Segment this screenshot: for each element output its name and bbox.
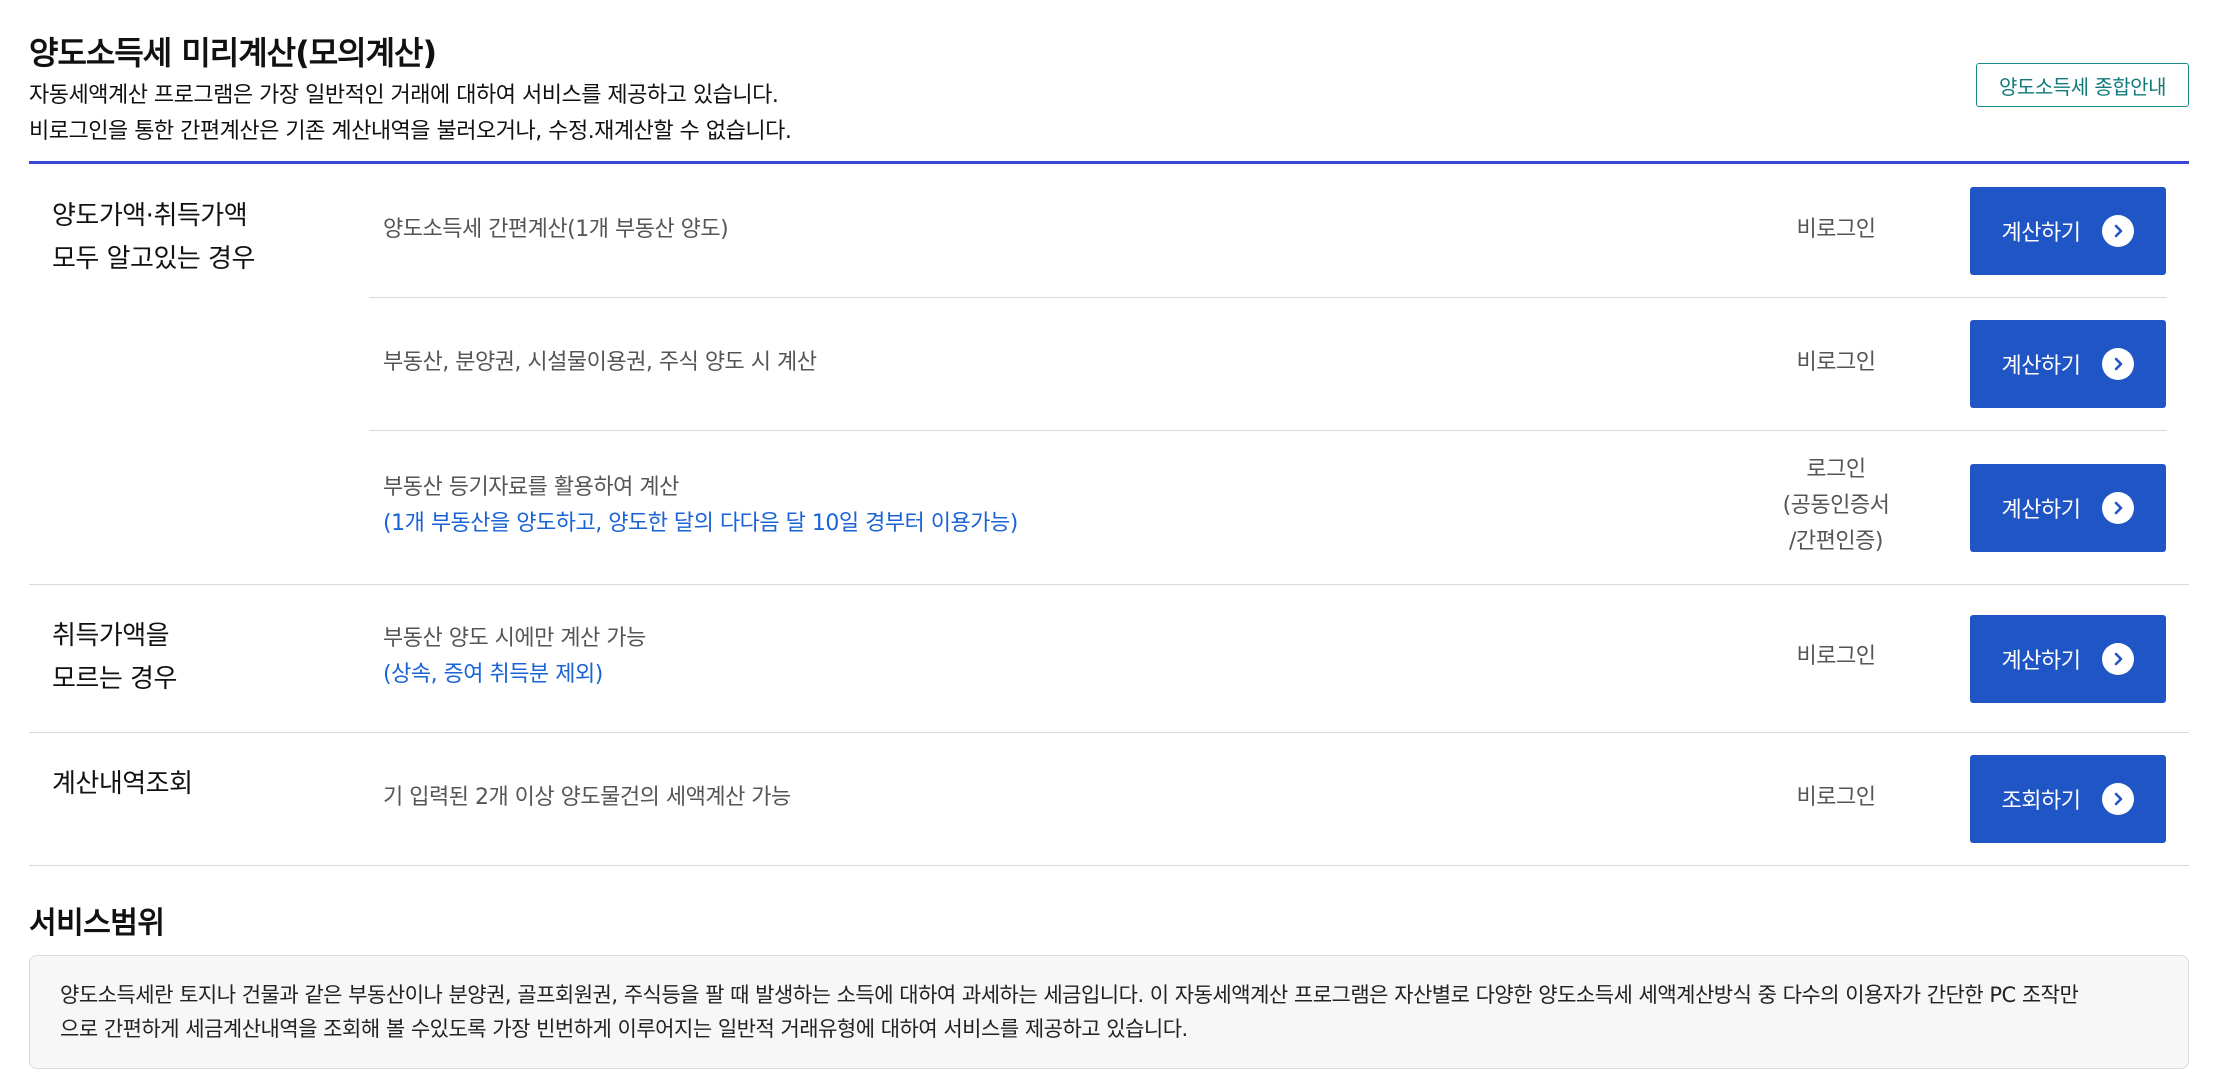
scope-text-line: 으로 간편하게 세금계산내역을 조회해 볼 수있도록 가장 빈번하게 이루어지는…	[60, 1017, 1188, 1041]
login-line: 로그인	[1806, 457, 1866, 482]
page-title: 양도소득세 미리계산(모의계산)	[29, 34, 437, 72]
group-title-line: 계산내역조회	[52, 769, 193, 799]
row-desc-text: 기 입력된 2개 이상 양도물건의 세액계산 가능	[383, 785, 791, 810]
group-title-acquisition-unknown: 취득가액을 모르는 경우	[52, 615, 177, 701]
chevron-right-circle-icon	[2102, 492, 2135, 524]
row-unknown-calc-desc: 부동산 양도 시에만 계산 가능 (상속, 증여 취득분 제외)	[383, 621, 646, 693]
row-desc-note: (1개 부동산을 양도하고, 양도한 달의 다다음 달 10일 경부터 이용가능…	[383, 511, 1018, 536]
group-title-both-known: 양도가액·취득가액 모두 알고있는 경우	[52, 195, 255, 281]
button-label: 계산하기	[2001, 649, 2081, 674]
row-login-type: 비로그인	[1796, 217, 1876, 242]
row-history-desc: 기 입력된 2개 이상 양도물건의 세액계산 가능	[383, 780, 791, 816]
login-line: /간편인증)	[1789, 529, 1883, 554]
button-label: 계산하기	[2001, 354, 2081, 379]
row-simple-calc-desc: 양도소득세 간편계산(1개 부동산 양도)	[383, 212, 729, 248]
button-label: 조회하기	[2001, 789, 2081, 814]
intro-line-1: 자동세액계산 프로그램은 가장 일반적인 거래에 대하여 서비스를 제공하고 있…	[29, 83, 779, 108]
general-calc-button[interactable]: 계산하기	[1970, 320, 2166, 408]
chevron-right-circle-icon	[2102, 783, 2135, 815]
group-title-history: 계산내역조회	[52, 763, 193, 806]
row-registry-calc-desc: 부동산 등기자료를 활용하여 계산 (1개 부동산을 양도하고, 양도한 달의 …	[383, 470, 1018, 542]
row-login-type: 비로그인	[1796, 785, 1876, 810]
chevron-right-circle-icon	[2102, 643, 2135, 675]
group-title-line: 취득가액을	[52, 621, 170, 651]
row-login-type: 비로그인	[1796, 350, 1876, 375]
row-divider	[369, 430, 2167, 431]
row-general-calc-desc: 부동산, 분양권, 시설물이용권, 주식 양도 시 계산	[383, 345, 817, 381]
chevron-right-circle-icon	[2102, 215, 2135, 247]
scope-text-line: 양도소득세란 토지나 건물과 같은 부동산이나 분양권, 골프회원권, 주식등을…	[60, 983, 2079, 1007]
registry-calc-button[interactable]: 계산하기	[1970, 464, 2166, 552]
simple-calc-button[interactable]: 계산하기	[1970, 187, 2166, 275]
row-desc-text: 부동산 양도 시에만 계산 가능	[383, 626, 646, 651]
group-title-line: 양도가액·취득가액	[52, 201, 248, 231]
group-divider	[29, 865, 2189, 866]
service-scope-title: 서비스범위	[29, 906, 165, 941]
row-divider	[369, 297, 2167, 298]
row-desc-note: (상속, 증여 취득분 제외)	[383, 662, 603, 687]
row-desc-text: 부동산 등기자료를 활용하여 계산	[383, 475, 679, 500]
intro-text: 자동세액계산 프로그램은 가장 일반적인 거래에 대하여 서비스를 제공하고 있…	[29, 78, 792, 150]
row-desc-text: 양도소득세 간편계산(1개 부동산 양도)	[383, 217, 729, 242]
intro-line-2: 비로그인을 통한 간편계산은 기존 계산내역을 불러오거나, 수정.재계산할 수…	[29, 119, 792, 144]
chevron-right-circle-icon	[2102, 348, 2135, 380]
group-divider	[29, 732, 2189, 733]
group-title-line: 모두 알고있는 경우	[52, 244, 255, 274]
row-login-type: 로그인 (공동인증서 /간편인증)	[1736, 452, 1936, 560]
group-divider	[29, 584, 2189, 585]
header-divider	[29, 161, 2189, 164]
group-title-line: 모르는 경우	[52, 664, 177, 694]
history-lookup-button[interactable]: 조회하기	[1970, 755, 2166, 843]
button-label: 계산하기	[2001, 498, 2081, 523]
button-label: 계산하기	[2001, 221, 2081, 246]
unknown-acquisition-calc-button[interactable]: 계산하기	[1970, 615, 2166, 703]
row-login-type: 비로그인	[1796, 644, 1876, 669]
row-desc-text: 부동산, 분양권, 시설물이용권, 주식 양도 시 계산	[383, 350, 817, 375]
login-line: (공동인증서	[1782, 493, 1890, 518]
tax-guide-button[interactable]: 양도소득세 종합안내	[1976, 63, 2189, 107]
service-scope-box: 양도소득세란 토지나 건물과 같은 부동산이나 분양권, 골프회원권, 주식등을…	[29, 955, 2189, 1069]
